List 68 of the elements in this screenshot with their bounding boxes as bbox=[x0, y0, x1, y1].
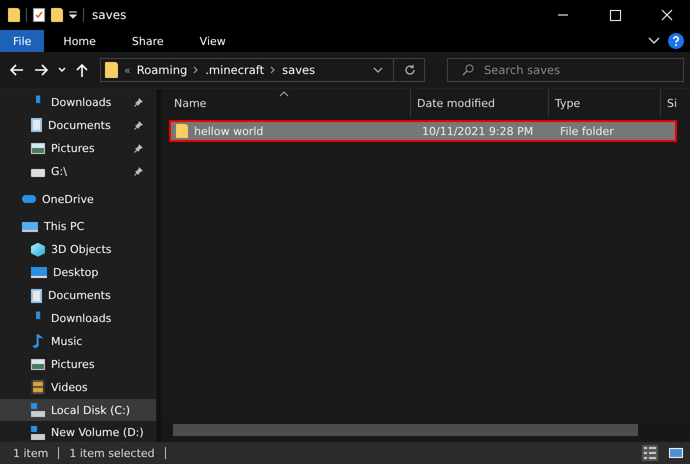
item-icon bbox=[31, 142, 45, 154]
column-header[interactable]: Si bbox=[661, 89, 690, 117]
pin-icon[interactable] bbox=[134, 143, 144, 154]
item-icon bbox=[31, 169, 45, 178]
pin-icon[interactable] bbox=[134, 120, 144, 130]
item-icon bbox=[22, 195, 36, 203]
back-arrow-icon[interactable] bbox=[10, 64, 24, 76]
sidebar-item[interactable]: New Volume (D:) bbox=[0, 421, 156, 442]
up-arrow-icon[interactable] bbox=[76, 63, 88, 77]
sidebar-item[interactable]: 3D Objects bbox=[0, 238, 156, 262]
chevron-icon[interactable] bbox=[648, 37, 660, 45]
sidebar-item[interactable]: Videos bbox=[0, 376, 156, 399]
refresh-icon[interactable] bbox=[404, 64, 416, 76]
sidebar-item[interactable]: Music bbox=[0, 330, 156, 353]
pin-icon[interactable] bbox=[134, 166, 144, 176]
sidebar-item[interactable]: Documents bbox=[0, 284, 156, 308]
column-header[interactable]: Date modified bbox=[411, 89, 549, 117]
ribbon-tab[interactable]: Share bbox=[114, 30, 181, 52]
breadcrumb[interactable]: .minecraft bbox=[205, 63, 264, 77]
search-icon bbox=[462, 64, 474, 76]
help-icon[interactable] bbox=[668, 33, 684, 49]
column-header[interactable]: Type bbox=[549, 89, 661, 117]
item-icon bbox=[22, 222, 38, 232]
item-icon bbox=[31, 380, 45, 394]
selection-count: 1 item selected bbox=[69, 446, 155, 460]
ribbon-tab[interactable]: View bbox=[182, 30, 243, 52]
column-header[interactable]: Name bbox=[161, 89, 411, 117]
file-name: hellow world bbox=[194, 124, 264, 138]
sort-caret-icon bbox=[279, 91, 289, 97]
recent-dropdown-icon[interactable] bbox=[58, 67, 66, 73]
sidebar-item[interactable]: Downloads bbox=[0, 307, 156, 330]
folder-icon bbox=[176, 124, 188, 138]
item-icon bbox=[31, 358, 45, 370]
ribbon-tab[interactable]: File bbox=[0, 30, 44, 52]
window-title: saves bbox=[92, 8, 126, 22]
address-bar[interactable]: « Roaming .minecraft saves bbox=[100, 58, 425, 82]
sidebar-item[interactable]: Downloads bbox=[0, 91, 156, 114]
properties-icon[interactable] bbox=[33, 8, 45, 22]
item-icon bbox=[31, 267, 47, 278]
search-field[interactable]: Search saves bbox=[447, 58, 684, 82]
item-icon bbox=[31, 118, 42, 132]
chevron-right-icon[interactable] bbox=[193, 66, 200, 74]
sidebar-item[interactable]: G:\ bbox=[0, 160, 156, 183]
item-icon bbox=[31, 242, 45, 257]
sidebar-item[interactable]: Pictures bbox=[0, 136, 156, 160]
sidebar-item[interactable]: OneDrive bbox=[0, 188, 156, 210]
customize-dropdown-icon[interactable] bbox=[69, 11, 77, 19]
table-cell-text: File folder bbox=[559, 124, 615, 138]
sidebar-item[interactable]: Local Disk (C:) bbox=[0, 398, 156, 422]
sidebar-item[interactable]: Pictures bbox=[0, 352, 156, 376]
item-count: 1 item bbox=[13, 446, 48, 460]
item-icon bbox=[31, 288, 42, 303]
sidebar-item[interactable]: This PC bbox=[0, 215, 156, 238]
folder-icon bbox=[105, 62, 118, 78]
sidebar-item[interactable]: Documents bbox=[0, 114, 156, 137]
dropdown-icon[interactable] bbox=[373, 67, 383, 73]
overflow-chevron[interactable]: « bbox=[124, 64, 131, 76]
chevron-right-icon[interactable] bbox=[270, 66, 276, 74]
details-view-icon[interactable] bbox=[642, 445, 658, 461]
file-row[interactable]: hellow world 10/11/2021 9:28 PM File folder bbox=[169, 120, 677, 142]
sidebar-item[interactable]: Desktop bbox=[0, 261, 156, 284]
breadcrumb[interactable]: saves bbox=[282, 63, 316, 77]
forward-arrow-icon[interactable] bbox=[34, 64, 48, 76]
table-cell-text: 10/11/2021 9:28 PM bbox=[421, 124, 534, 138]
pin-icon[interactable] bbox=[134, 97, 144, 108]
ribbon-tab[interactable]: Home bbox=[46, 30, 113, 52]
large-icons-view-icon[interactable] bbox=[668, 445, 684, 461]
breadcrumb[interactable]: Roaming bbox=[136, 63, 188, 77]
